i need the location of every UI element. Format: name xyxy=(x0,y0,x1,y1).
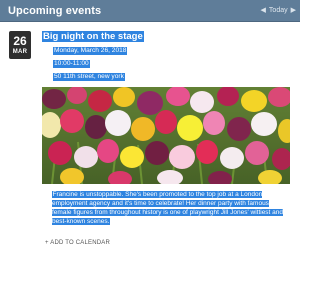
event-date: Monday, March 26, 2018 xyxy=(53,47,128,55)
chevron-left-icon[interactable]: ◀ xyxy=(261,7,266,14)
widget-title: Upcoming events xyxy=(8,4,102,17)
add-to-calendar-link[interactable]: + ADD TO CALENDAR xyxy=(45,240,110,246)
event-description-text: Francine is unstoppable. She's been prom… xyxy=(52,191,284,225)
event-month: MAR xyxy=(12,49,28,55)
event-day: 26 xyxy=(13,34,27,48)
widget-header: Upcoming events ◀ Today ▶ xyxy=(0,0,300,22)
tulips-photo xyxy=(42,87,290,184)
event-location: 50 11th street, new york xyxy=(53,73,125,81)
event-description: Francine is unstoppable. She's been prom… xyxy=(52,190,288,226)
event-time: 10:00-11:00 xyxy=(53,60,90,68)
event-title[interactable]: Big night on the stage xyxy=(42,31,144,42)
date-navigation: ◀ Today ▶ xyxy=(261,7,296,14)
event-date-badge: 26 MAR xyxy=(9,31,31,59)
today-button[interactable]: Today xyxy=(269,7,288,14)
event-image xyxy=(42,87,290,184)
chevron-right-icon[interactable]: ▶ xyxy=(291,7,296,14)
